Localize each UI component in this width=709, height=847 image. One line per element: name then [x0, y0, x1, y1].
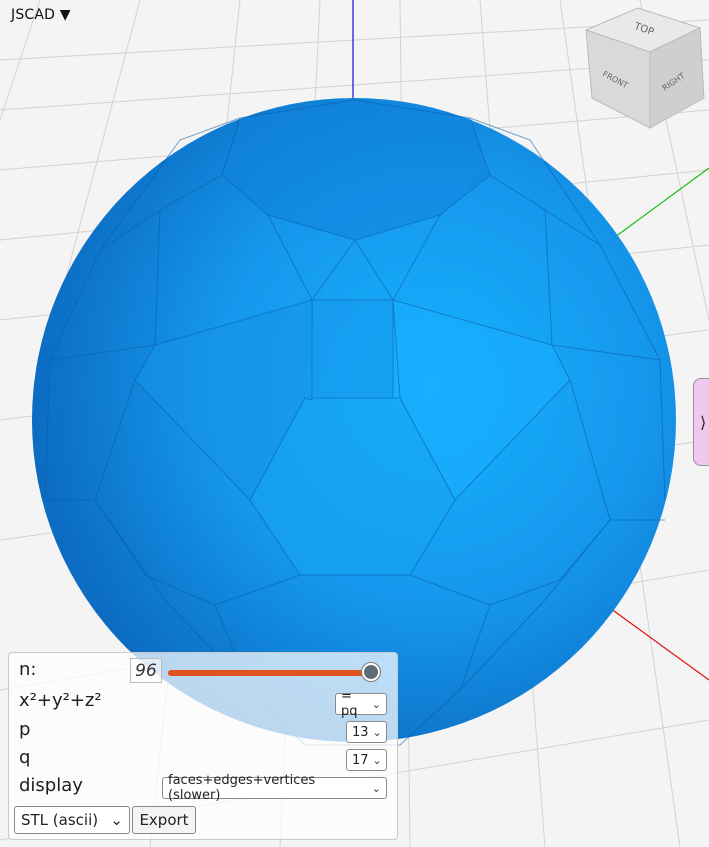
param-eq-value: = pq [341, 689, 358, 719]
param-q-select[interactable]: 17 ⌄ [346, 749, 387, 771]
param-display-select[interactable]: faces+edges+vertices (slower) ⌄ [162, 773, 387, 803]
param-p-value: 13 [352, 724, 369, 740]
param-eq-select[interactable]: = pq ⌄ [335, 689, 387, 719]
export-button[interactable]: Export [132, 806, 196, 834]
view-cube[interactable]: TOP FRONT RIGHT [584, 7, 705, 129]
chevron-down-icon: ⌄ [371, 697, 381, 711]
param-q-label: q [19, 747, 31, 768]
param-eq-label: x²+y²+z² [19, 690, 102, 711]
export-format-value: STL (ascii) [21, 811, 99, 829]
param-display-value: faces+edges+vertices (slower) [168, 773, 316, 803]
param-p-label: p [19, 719, 31, 740]
chevron-right-icon: ⟩ [700, 412, 707, 432]
param-n-label: n: [19, 659, 37, 680]
param-p-select[interactable]: 13 ⌄ [346, 721, 387, 743]
chevron-down-icon: ⌄ [372, 753, 382, 767]
slider-thumb[interactable] [362, 663, 381, 681]
param-n-slider[interactable] [168, 663, 382, 681]
param-display-label: display [19, 775, 83, 796]
export-format-select[interactable]: STL (ascii) ⌄ [14, 806, 130, 834]
chevron-down-icon: ⌄ [371, 781, 381, 795]
param-n-value[interactable]: 96 [130, 658, 162, 683]
slider-fill [168, 670, 372, 676]
expand-sidebar-tab[interactable]: ⟩ [693, 378, 709, 466]
chevron-down-icon: ⌄ [110, 811, 123, 829]
parameters-panel: n: 96 x²+y²+z² = pq ⌄ p 13 ⌄ q 17 ⌄ disp… [8, 652, 398, 840]
chevron-down-icon: ⌄ [372, 725, 382, 739]
jscad-menu[interactable]: JSCAD ▼ [11, 7, 71, 23]
polyhedron-solid [32, 98, 676, 746]
param-q-value: 17 [352, 752, 369, 768]
